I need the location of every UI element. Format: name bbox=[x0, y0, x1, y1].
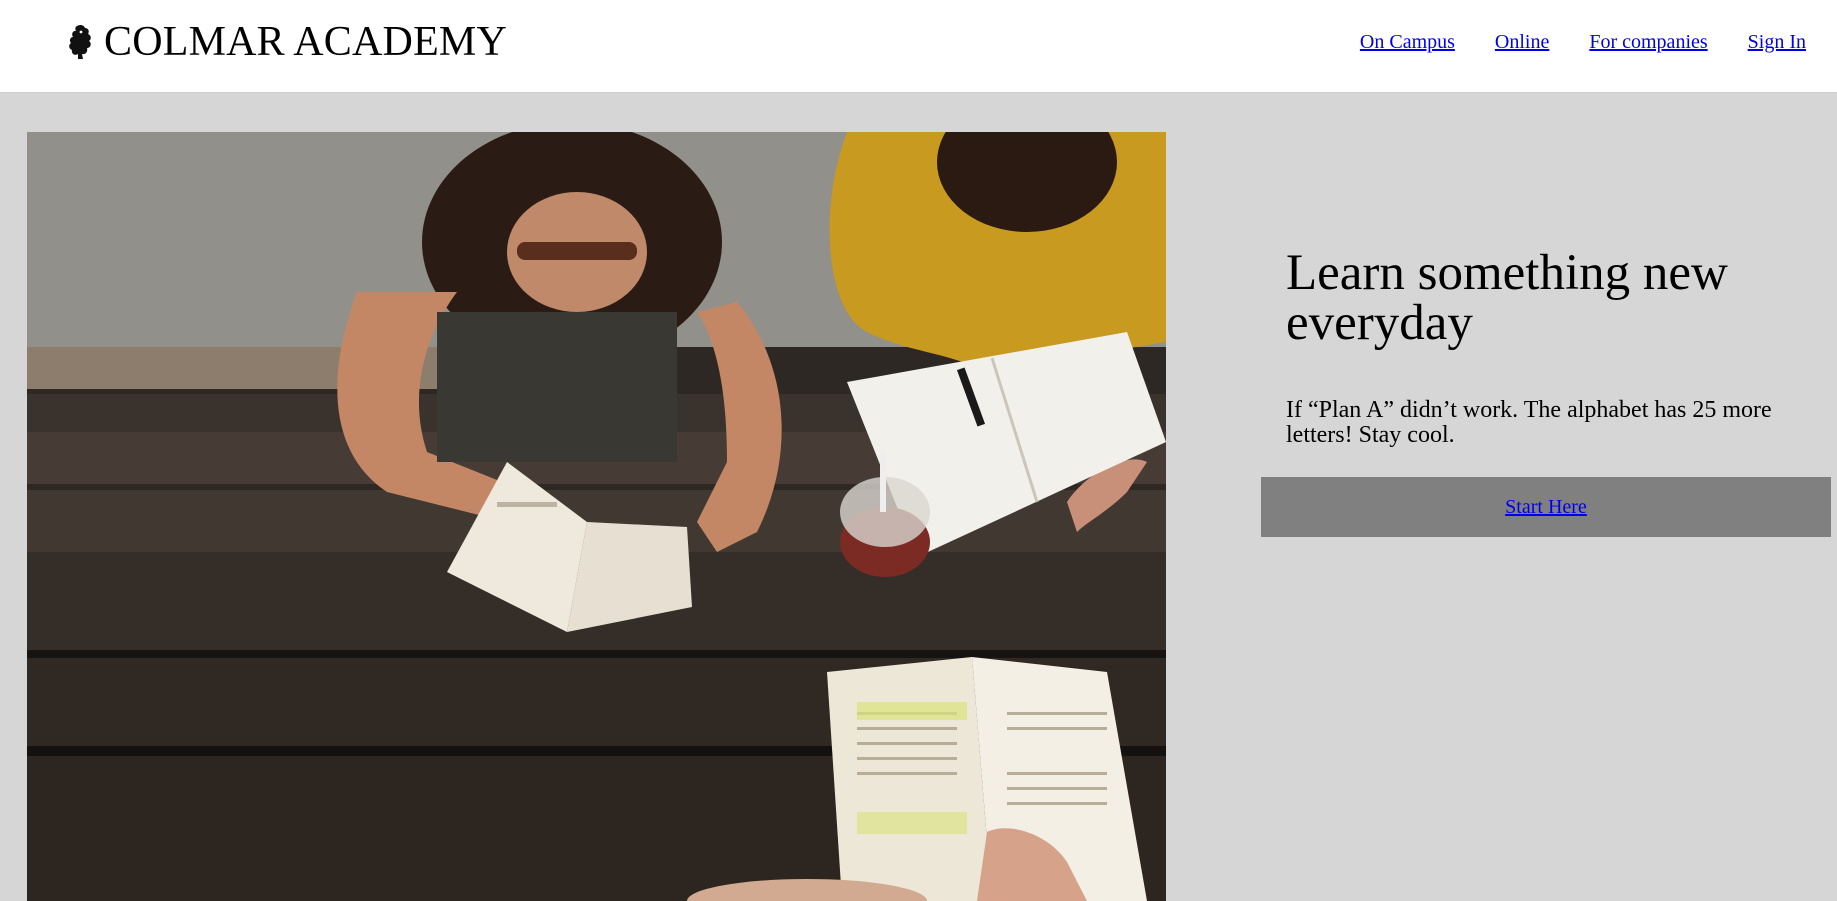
hero-text: Learn something new everyday If “Plan A”… bbox=[1286, 248, 1806, 448]
site-header: COLMAR ACADEMY On Campus Online For comp… bbox=[0, 0, 1837, 92]
brand[interactable]: COLMAR ACADEMY bbox=[66, 18, 507, 66]
start-here-button[interactable]: Start Here bbox=[1261, 477, 1831, 537]
nav-link-online[interactable]: Online bbox=[1495, 30, 1549, 54]
hero-title: Learn something new everyday bbox=[1286, 245, 1728, 351]
hero-image bbox=[27, 132, 1166, 901]
nav-link-for-companies[interactable]: For companies bbox=[1589, 30, 1707, 54]
hero-subtitle: If “Plan A” didn’t work. The alphabet ha… bbox=[1286, 397, 1772, 448]
lion-rampant-icon bbox=[66, 23, 96, 61]
brand-name: COLMAR ACADEMY bbox=[104, 19, 508, 65]
main-nav: On Campus Online For companies Sign In bbox=[1360, 30, 1806, 54]
start-here-link[interactable]: Start Here bbox=[1505, 496, 1587, 519]
nav-link-on-campus[interactable]: On Campus bbox=[1360, 30, 1455, 54]
nav-link-sign-in[interactable]: Sign In bbox=[1748, 30, 1806, 54]
